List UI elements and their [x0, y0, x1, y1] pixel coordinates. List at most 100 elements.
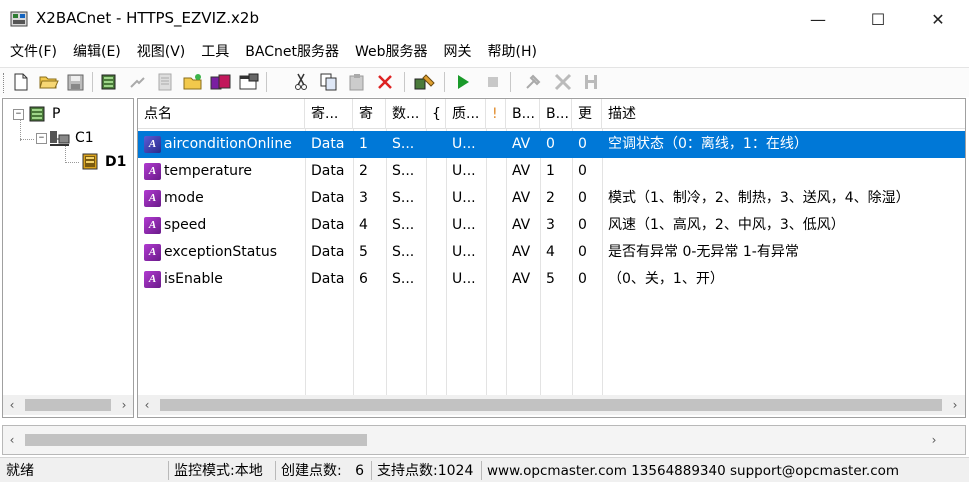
- analog-value-icon: A: [144, 217, 161, 234]
- cell-quality: U...: [452, 271, 476, 287]
- cell-bacnet-type: AV: [512, 136, 531, 152]
- menu-bacnet-server[interactable]: BACnet服务器: [237, 40, 347, 64]
- cell-register-area: Data: [311, 244, 345, 260]
- tool-button[interactable]: [414, 71, 436, 93]
- toolbar-separator: [444, 72, 445, 92]
- status-mode: 监控模式:本地: [174, 463, 263, 479]
- table-row[interactable]: A isEnable Data 6 S... U... AV 5 0 （0、关，…: [138, 266, 965, 293]
- run-button[interactable]: [452, 71, 474, 93]
- scroll-thumb[interactable]: [160, 399, 942, 411]
- tree-label-project: P: [52, 106, 61, 122]
- cell-bacnet-type: AV: [512, 190, 531, 206]
- scroll-right-arrow[interactable]: ›: [115, 395, 133, 415]
- column-header-data-type[interactable]: 数...: [386, 99, 426, 129]
- scroll-thumb[interactable]: [25, 399, 111, 411]
- save-icon: [67, 74, 83, 90]
- tree-node-project[interactable]: − P: [13, 103, 60, 125]
- cell-register-area: Data: [311, 271, 345, 287]
- column-header-quality[interactable]: 质...: [446, 99, 486, 129]
- analog-value-icon: A: [144, 163, 161, 180]
- status-contact: www.opcmaster.com 13564889340 support@op…: [487, 463, 900, 479]
- maximize-button[interactable]: ☐: [855, 0, 901, 38]
- column-header-bacnet-type[interactable]: B...: [506, 99, 540, 129]
- menu-edit[interactable]: 编辑(E): [65, 40, 129, 64]
- menu-view[interactable]: 视图(V): [129, 40, 194, 64]
- paste-button[interactable]: [346, 71, 368, 93]
- menu-help[interactable]: 帮助(H): [480, 40, 545, 64]
- settings-button[interactable]: [580, 71, 602, 93]
- channel-icon: [50, 131, 70, 146]
- edit-button[interactable]: [154, 71, 176, 93]
- menu-gateway[interactable]: 网关: [436, 40, 480, 64]
- tree-collapse-toggle[interactable]: −: [36, 132, 47, 144]
- analog-value-icon: A: [144, 244, 161, 261]
- cell-register-area: Data: [311, 163, 345, 179]
- table-row[interactable]: A temperature Data 2 S... U... AV 1 0: [138, 158, 965, 185]
- settings-icon: [585, 75, 597, 89]
- minimize-button[interactable]: —: [795, 0, 841, 38]
- add-point-icon: [183, 74, 202, 90]
- config-icon: [526, 74, 541, 89]
- scroll-right-arrow[interactable]: ›: [925, 430, 943, 450]
- column-header-col5[interactable]: {: [426, 99, 446, 129]
- tree-node-channel[interactable]: − C1: [36, 127, 94, 149]
- cell-register: 3: [359, 190, 368, 206]
- copy-button[interactable]: [318, 71, 340, 93]
- menu-web-server[interactable]: Web服务器: [347, 40, 436, 64]
- cell-col7: [486, 239, 506, 266]
- open-button[interactable]: [38, 71, 60, 93]
- cell-quality: U...: [452, 244, 476, 260]
- table-row[interactable]: A exceptionStatus Data 5 S... U... AV 4 …: [138, 239, 965, 266]
- table-row[interactable]: A mode Data 3 S... U... AV 2 0 模式（1、制冷，2…: [138, 185, 965, 212]
- output-hscrollbar[interactable]: ‹ ›: [3, 430, 965, 450]
- add-device-button[interactable]: [98, 71, 120, 93]
- add-point-button[interactable]: [182, 71, 204, 93]
- column-header-update[interactable]: 更: [572, 99, 602, 129]
- table-row[interactable]: A airconditionOnline Data 1 S... U... AV…: [138, 131, 965, 158]
- cell-data-type: S...: [392, 190, 415, 206]
- list-hscrollbar[interactable]: ‹ ›: [138, 395, 965, 415]
- column-header-description[interactable]: 描述: [602, 99, 965, 129]
- tree-node-device[interactable]: D1: [81, 151, 126, 173]
- scroll-right-arrow[interactable]: ›: [946, 395, 964, 415]
- close-button[interactable]: ✕: [915, 0, 961, 38]
- column-header-col7[interactable]: !: [486, 99, 506, 129]
- multi-device-button[interactable]: [210, 71, 232, 93]
- new-file-button[interactable]: [10, 71, 32, 93]
- scroll-left-arrow[interactable]: ‹: [138, 395, 156, 415]
- cut-button[interactable]: [290, 71, 312, 93]
- tree-collapse-toggle[interactable]: −: [13, 108, 24, 120]
- tree-connector: [65, 162, 79, 163]
- scroll-left-arrow[interactable]: ‹: [3, 395, 21, 415]
- save-button[interactable]: [64, 71, 86, 93]
- import-button[interactable]: [126, 71, 148, 93]
- cell-description: 模式（1、制冷，2、制热，3、送风，4、除湿）: [608, 190, 910, 206]
- analog-value-icon: A: [144, 190, 161, 207]
- column-header-name[interactable]: 点名: [138, 99, 305, 129]
- cell-bacnet-instance: 2: [546, 190, 555, 206]
- cut-icon: [295, 73, 307, 90]
- column-header-register-area[interactable]: 寄...: [305, 99, 353, 129]
- properties-button[interactable]: [238, 71, 260, 93]
- analog-value-icon: A: [144, 271, 161, 288]
- stop-button[interactable]: [482, 71, 504, 93]
- config-button[interactable]: [522, 71, 544, 93]
- network-button[interactable]: [552, 71, 574, 93]
- device-icon: [101, 74, 116, 90]
- menu-file[interactable]: 文件(F): [0, 40, 65, 64]
- tree-hscrollbar[interactable]: ‹ ›: [3, 395, 133, 415]
- paste-icon: [349, 74, 364, 91]
- column-header-register[interactable]: 寄: [353, 99, 386, 129]
- cell-name: airconditionOnline: [164, 136, 292, 152]
- menu-tools[interactable]: 工具: [193, 40, 237, 64]
- scroll-thumb[interactable]: [25, 434, 367, 446]
- toolbar-grip[interactable]: [3, 73, 6, 93]
- table-row[interactable]: A speed Data 4 S... U... AV 3 0 风速（1、高风，…: [138, 212, 965, 239]
- app-icon: [10, 11, 28, 27]
- column-header-bacnet-instance[interactable]: B...: [540, 99, 572, 129]
- device-node-icon: [82, 153, 98, 170]
- delete-button[interactable]: [374, 71, 396, 93]
- scroll-left-arrow[interactable]: ‹: [3, 430, 21, 450]
- cell-data-type: S...: [392, 244, 415, 260]
- cell-name: mode: [164, 190, 204, 206]
